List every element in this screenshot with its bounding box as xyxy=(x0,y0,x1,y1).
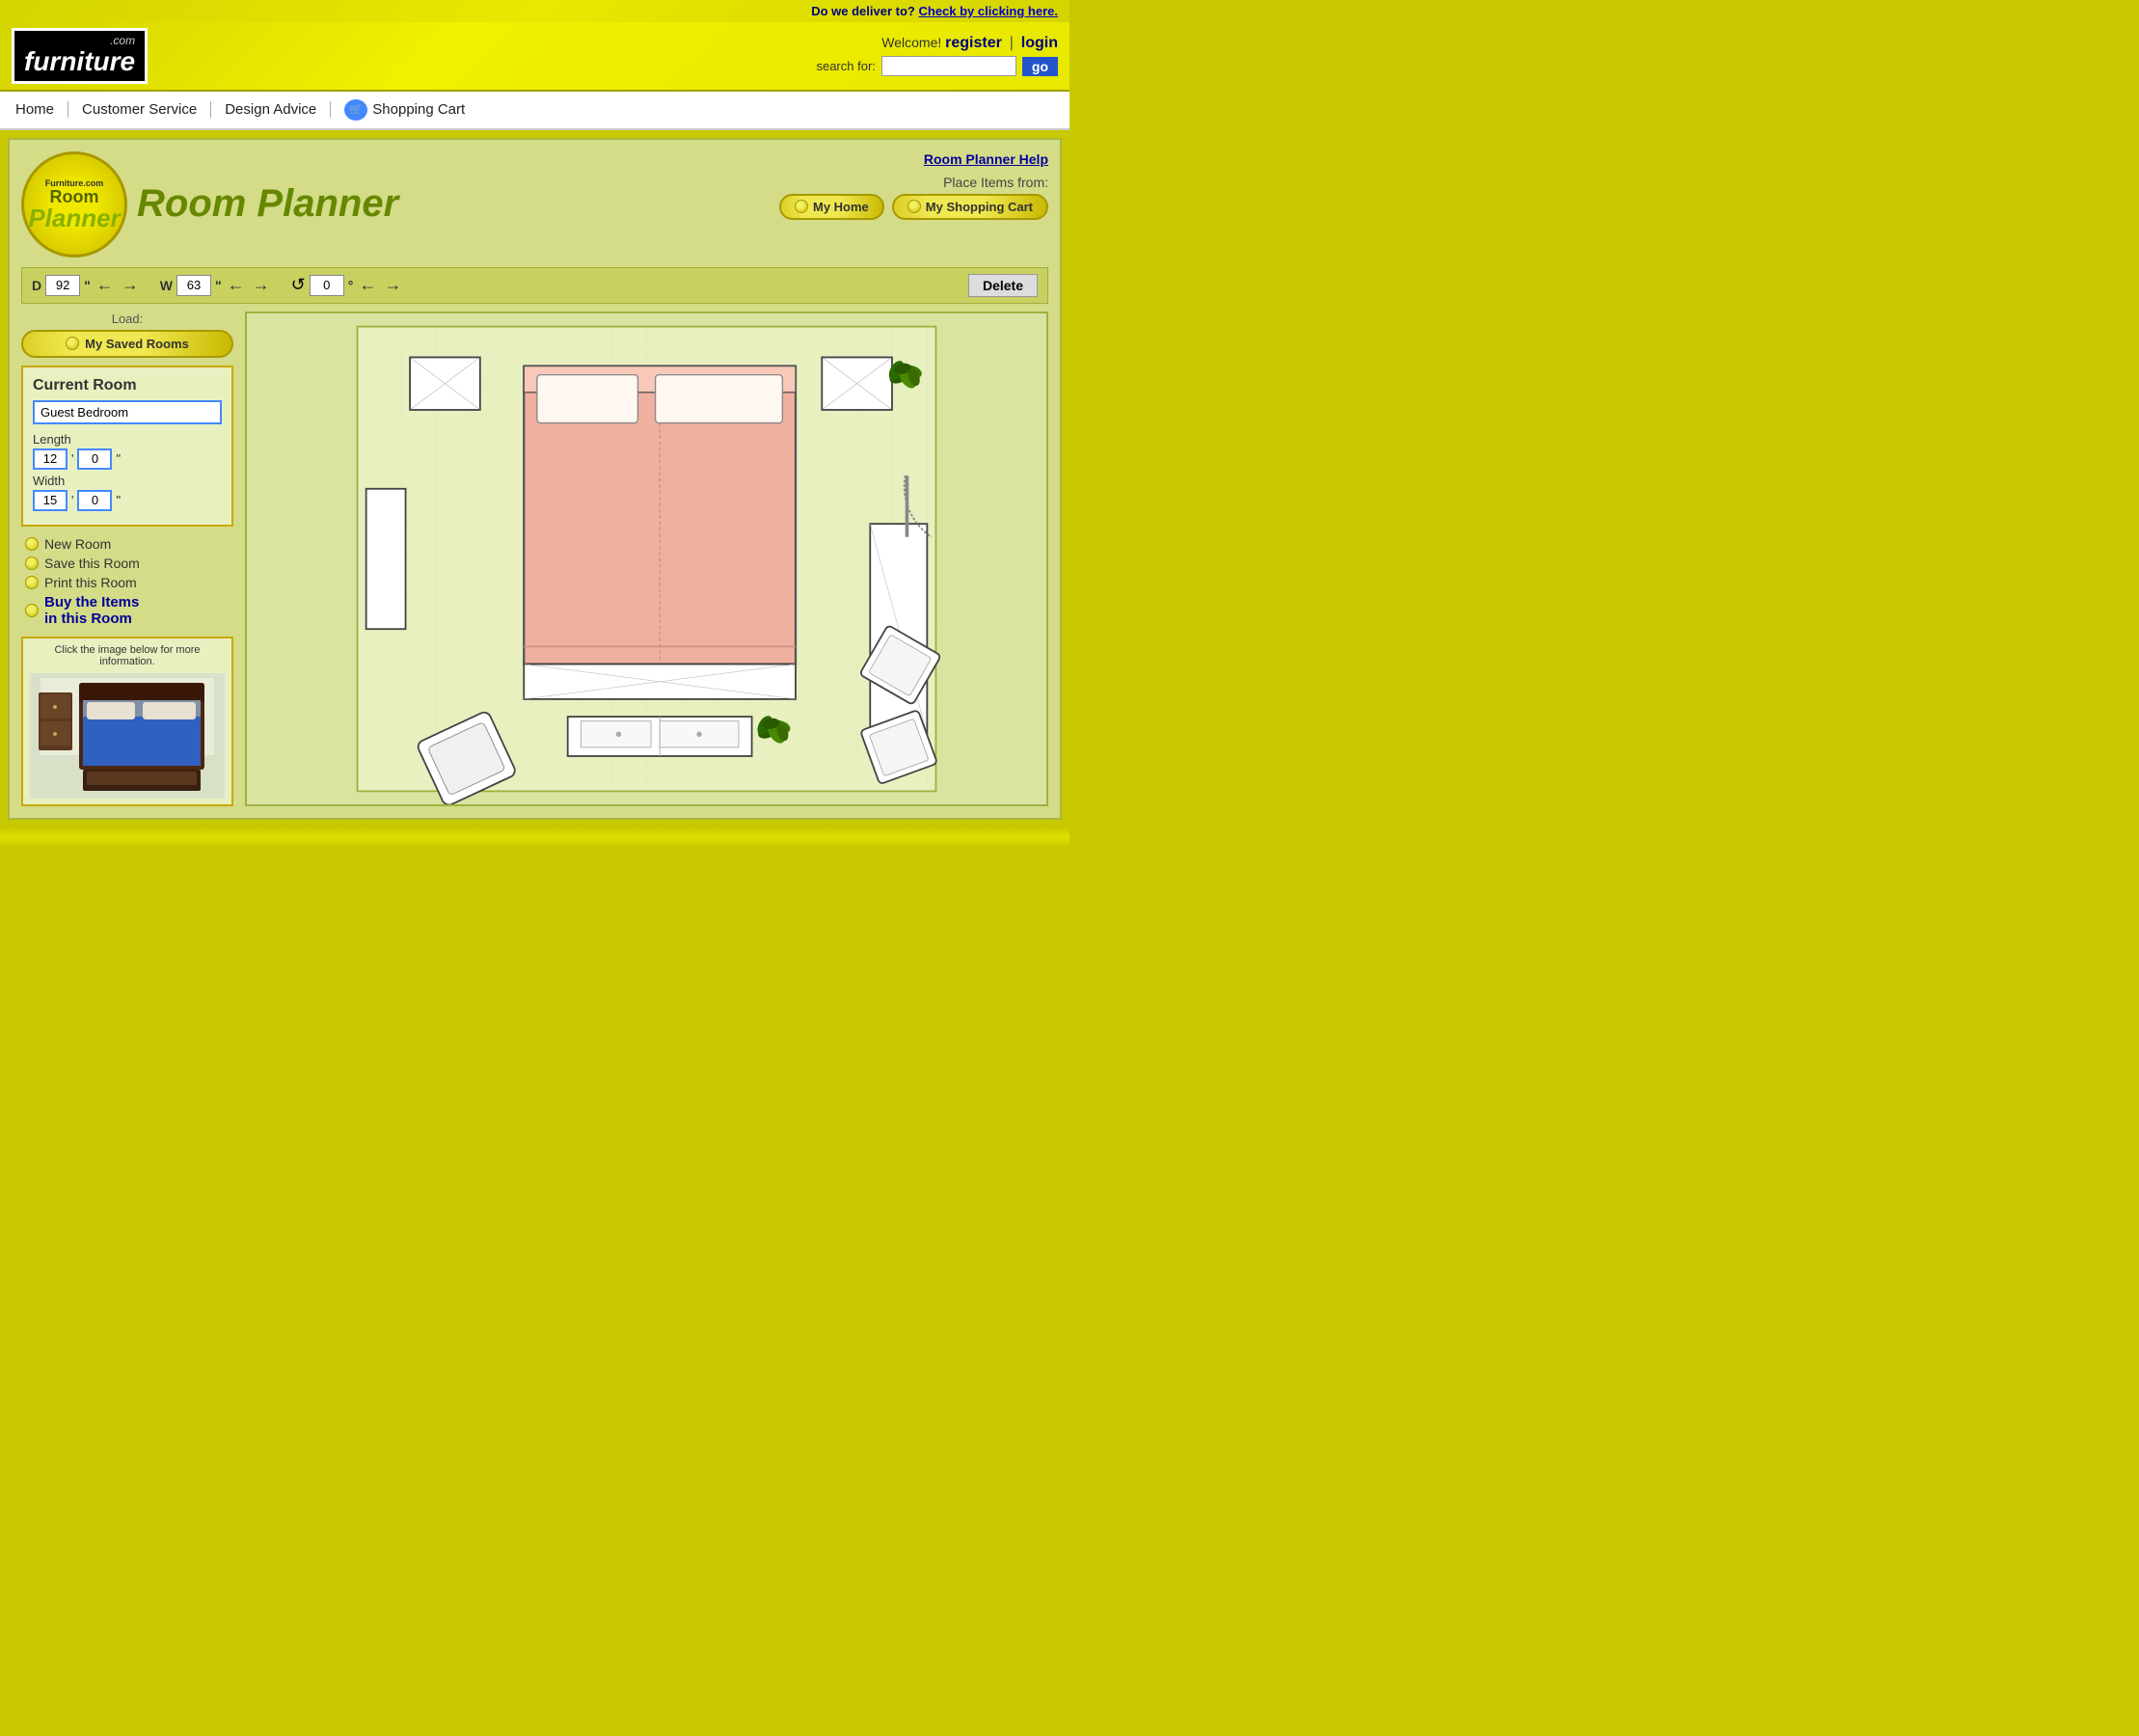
width-inches-unit: " xyxy=(116,493,121,507)
room-actions: New Room Save this Room Print this Room … xyxy=(21,536,233,627)
length-inches-unit: " xyxy=(116,451,121,466)
go-button[interactable]: go xyxy=(1022,57,1058,76)
cart-icon: 🛒 xyxy=(344,99,367,121)
search-input[interactable] xyxy=(881,56,1016,76)
delivery-bar: Do we deliver to? Check by clicking here… xyxy=(0,0,1070,22)
depth-group: D " ← → xyxy=(32,275,141,296)
rp-header: Furniture.com Room Planner Room Planner … xyxy=(21,151,1048,258)
rp-help-link[interactable]: Room Planner Help xyxy=(779,151,1048,167)
nav-home[interactable]: Home xyxy=(15,101,68,118)
length-feet-input[interactable] xyxy=(33,448,68,470)
rp-logo: Furniture.com Room Planner xyxy=(21,151,127,258)
length-inches-input[interactable] xyxy=(77,448,112,470)
my-shopping-cart-btn[interactable]: My Shopping Cart xyxy=(892,194,1048,220)
width-label: W xyxy=(160,278,173,293)
logo-main: furniture xyxy=(24,46,135,76)
load-section: Load: My Saved Rooms xyxy=(21,312,233,358)
load-label: Load: xyxy=(21,312,233,326)
room-planner-svg xyxy=(247,313,1046,804)
rotate-icon: ↺ xyxy=(291,275,306,295)
search-row: search for: go xyxy=(816,56,1058,76)
width-feet-input[interactable] xyxy=(33,490,68,511)
depth-right-arrow[interactable]: → xyxy=(122,275,139,295)
welcome-row: Welcome! register | login xyxy=(816,35,1058,52)
depth-unit: " xyxy=(84,278,91,293)
delete-button[interactable]: Delete xyxy=(968,274,1038,297)
rp-right: Room Planner Help Place Items from: My H… xyxy=(779,151,1048,220)
logo-area: .com furniture xyxy=(12,28,148,84)
my-cart-dot xyxy=(907,200,921,213)
width-inches-input[interactable] xyxy=(77,490,112,511)
width-row: Width ' " xyxy=(33,474,222,511)
length-label: Length xyxy=(33,432,222,447)
print-room-dot xyxy=(25,576,39,589)
delivery-link[interactable]: Check by clicking here. xyxy=(918,4,1058,18)
header-right: Welcome! register | login search for: go xyxy=(816,35,1058,76)
nav-design-advice[interactable]: Design Advice xyxy=(211,101,331,118)
delivery-label: Do we deliver to? xyxy=(811,4,915,18)
current-room-title: Current Room xyxy=(33,377,222,394)
place-btns: My Home My Shopping Cart xyxy=(779,194,1048,220)
my-home-dot xyxy=(795,200,808,213)
room-layout: Load: My Saved Rooms Current Room Length… xyxy=(21,312,1048,806)
width-input[interactable] xyxy=(176,275,211,296)
length-row: Length ' " xyxy=(33,432,222,470)
depth-left-arrow[interactable]: ← xyxy=(96,275,114,295)
room-name-input[interactable] xyxy=(33,400,222,424)
header: .com furniture Welcome! register | login… xyxy=(0,22,1070,92)
current-room-box: Current Room Length ' " Width ' xyxy=(21,366,233,527)
depth-label: D xyxy=(32,278,41,293)
saved-rooms-dot xyxy=(66,337,79,350)
depth-input[interactable] xyxy=(45,275,80,296)
rotate-input[interactable] xyxy=(310,275,344,296)
width-unit: " xyxy=(215,278,222,293)
save-room-btn[interactable]: Save this Room xyxy=(25,556,233,571)
main-content: Furniture.com Room Planner Room Planner … xyxy=(8,138,1062,820)
register-link[interactable]: register xyxy=(945,35,1002,51)
controls-row: D " ← → W " ← → ↺ ° ← → Delete xyxy=(21,267,1048,304)
cr-width-label: Width xyxy=(33,474,222,488)
rp-title: Room Planner xyxy=(137,182,398,226)
length-feet-unit: ' xyxy=(71,451,73,466)
left-panel: Load: My Saved Rooms Current Room Length… xyxy=(21,312,233,806)
my-home-btn[interactable]: My Home xyxy=(779,194,884,220)
bed-svg xyxy=(31,673,224,799)
welcome-text: Welcome! xyxy=(881,35,941,50)
rp-logo-planner: Planner xyxy=(28,205,120,231)
width-left-arrow[interactable]: ← xyxy=(228,275,245,295)
nav-shopping-cart[interactable]: 🛒 Shopping Cart xyxy=(331,99,478,121)
rotate-right-arrow[interactable]: → xyxy=(384,275,401,295)
buy-items-dot xyxy=(25,604,39,617)
new-room-btn[interactable]: New Room xyxy=(25,536,233,552)
my-saved-rooms-btn[interactable]: My Saved Rooms xyxy=(21,330,233,358)
place-items-label: Place Items from: xyxy=(779,175,1048,190)
buy-items-btn[interactable]: Buy the Itemsin this Room xyxy=(25,594,233,627)
bed-image[interactable] xyxy=(29,673,226,799)
new-room-dot xyxy=(25,537,39,551)
width-right-arrow[interactable]: → xyxy=(253,275,270,295)
rotate-left-arrow[interactable]: ← xyxy=(359,275,376,295)
nav-separator: | xyxy=(1010,35,1014,51)
save-room-dot xyxy=(25,556,39,570)
navbar: Home Customer Service Design Advice 🛒 Sh… xyxy=(0,92,1070,130)
nav-customer-service[interactable]: Customer Service xyxy=(68,101,211,118)
info-box: Click the image below for more informati… xyxy=(21,637,233,806)
width-group: W " ← → xyxy=(160,275,272,296)
info-box-message: Click the image below for more informati… xyxy=(29,644,226,667)
bottom-bar xyxy=(0,827,1070,847)
rotate-group: ↺ ° ← → xyxy=(291,275,404,296)
print-room-btn[interactable]: Print this Room xyxy=(25,575,233,590)
width-feet-unit: ' xyxy=(71,493,73,507)
rotate-unit: ° xyxy=(348,278,354,293)
room-canvas[interactable] xyxy=(245,312,1048,806)
login-link[interactable]: login xyxy=(1021,35,1058,51)
logo[interactable]: .com furniture xyxy=(12,28,148,84)
search-label: search for: xyxy=(816,59,875,73)
